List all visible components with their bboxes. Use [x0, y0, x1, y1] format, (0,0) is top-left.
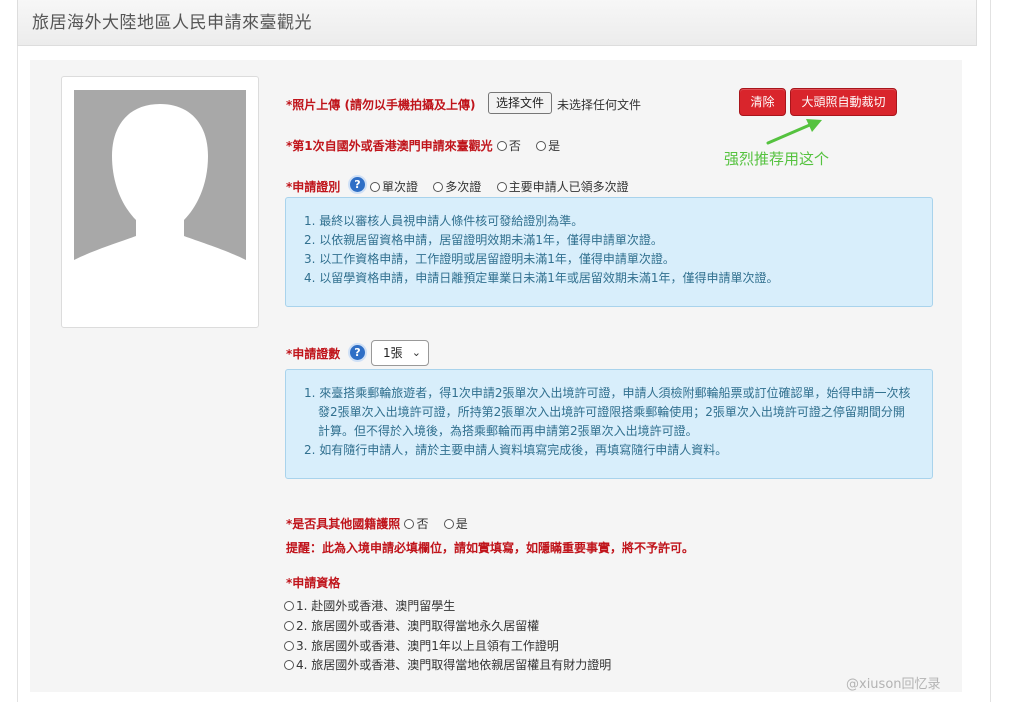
qualification-option-label: 4. 旅居國外或香港、澳門取得當地依親居留權且有財力證明 [296, 658, 612, 672]
qualification-option-2[interactable]: 2. 旅居國外或香港、澳門取得當地永久居留權 [284, 617, 539, 634]
main-applicant-multiple-label: 主要申請人已領多次證 [508, 180, 629, 194]
upload-label-row: *照片上傳 (請勿以手機拍攝及上傳) [286, 96, 475, 113]
permit-type-label: *申請證別 [286, 180, 341, 194]
other-passport-row: *是否具其他國籍護照 否 是 [286, 515, 468, 532]
photo-card [61, 76, 259, 328]
other-passport-warning: 提醒：此為入境申請必填欄位，請如實填寫，如隱瞞重要事實，將不予許可。 [286, 541, 695, 555]
permit-type-note: 4. 以留學資格申請，申請日離預定畢業日未滿1年或居留效期未滿1年，僅得申請單次… [304, 271, 779, 285]
radio-main-applicant-multiple[interactable] [496, 182, 507, 192]
choose-file-button[interactable]: 选择文件 [488, 92, 552, 114]
watermark: @xiuson回忆录 [846, 677, 941, 692]
qualification-option-1[interactable]: 1. 赴國外或香港、澳門留學生 [284, 597, 455, 614]
upload-note: (請勿以手機拍攝及上傳) [344, 98, 476, 112]
qualification-option-label: 3. 旅居國外或香港、澳門1年以上且領有工作證明 [296, 639, 559, 653]
permit-type-note: 3. 以工作資格申請，工作證明或居留證明未滿1年，僅得申請單次證。 [304, 252, 675, 266]
page-header: 旅居海外大陸地區人民申請來臺觀光 [17, 0, 977, 46]
autocrop-button[interactable]: 大頭照自動裁切 [790, 88, 897, 116]
person-silhouette-icon [74, 90, 246, 277]
qualification-option-4[interactable]: 4. 旅居國外或香港、澳門取得當地依親居留權且有財力證明 [284, 656, 611, 673]
other-passport-no-label: 否 [416, 517, 429, 531]
annotation-text: 强烈推荐用这个 [724, 150, 830, 168]
permit-type-help-icon[interactable]: ? [348, 175, 367, 194]
permit-count-select[interactable]: 1張 ⌄ [371, 340, 429, 366]
permit-count-help-icon[interactable]: ? [348, 343, 367, 362]
photo-placeholder [74, 90, 246, 277]
other-passport-options: 否 是 [404, 517, 468, 531]
radio-first-time-yes[interactable] [536, 141, 547, 151]
chevron-down-icon: ⌄ [411, 346, 421, 359]
qualification-option-3[interactable]: 3. 旅居國外或香港、澳門1年以上且領有工作證明 [284, 637, 559, 654]
permit-count-info-box: 1. 來臺搭乘郵輪旅遊者，得1次申請2張單次入出境許可證，申請人須檢附郵輪船票或… [285, 369, 933, 479]
radio-qualification-1[interactable] [284, 601, 294, 611]
first-time-row: *第1次自國外或香港澳門申請來臺觀光 否 是 [286, 137, 560, 154]
radio-first-time-no[interactable] [496, 141, 507, 151]
right-border-line [990, 0, 991, 702]
other-passport-yes-label: 是 [455, 517, 468, 531]
other-passport-label: *是否具其他國籍護照 [286, 517, 401, 531]
page-title: 旅居海外大陸地區人民申請來臺觀光 [32, 13, 312, 33]
permit-type-note: 2. 以依親居留資格申請，居留證明效期未滿1年，僅得申請單次證。 [304, 233, 663, 247]
first-time-options: 否 是 [496, 139, 561, 153]
first-time-yes-label: 是 [548, 139, 561, 153]
radio-qualification-2[interactable] [284, 621, 294, 631]
permit-type-options: 單次證 多次證 主要申請人已領多次證 [370, 178, 629, 195]
qualification-label: *申請資格 [286, 576, 341, 590]
first-time-no-label: 否 [508, 139, 521, 153]
qualification-option-label: 2. 旅居國外或香港、澳門取得當地永久居留權 [296, 619, 540, 633]
permit-type-notes: 1. 最終以審核人員視申請人條件核可發給證別為準。 2. 以依親居留資格申請，居… [304, 212, 779, 288]
no-file-text: 未选择任何文件 [557, 98, 642, 112]
single-permit-label: 單次證 [382, 180, 419, 194]
radio-qualification-4[interactable] [284, 660, 294, 670]
permit-count-value: 1張 [383, 346, 403, 360]
multiple-permit-label: 多次證 [445, 180, 482, 194]
radio-multiple-permit[interactable] [433, 182, 444, 192]
radio-single-permit[interactable] [370, 182, 380, 192]
clear-button[interactable]: 清除 [739, 88, 786, 116]
permit-type-info-box: 1. 最終以審核人員視申請人條件核可發給證別為準。 2. 以依親居留資格申請，居… [285, 197, 933, 307]
permit-count-label: *申請證數 [286, 347, 341, 361]
radio-qualification-3[interactable] [284, 641, 294, 651]
radio-other-passport-no[interactable] [404, 519, 415, 529]
first-time-label: *第1次自國外或香港澳門申請來臺觀光 [286, 139, 493, 153]
qualification-option-label: 1. 赴國外或香港、澳門留學生 [296, 599, 456, 613]
permit-count-note: 1. 來臺搭乘郵輪旅遊者，得1次申請2張單次入出境許可證，申請人須檢附郵輪船票或… [304, 386, 911, 438]
left-border-line [17, 0, 18, 702]
permit-count-notes: 1. 來臺搭乘郵輪旅遊者，得1次申請2張單次入出境許可證，申請人須檢附郵輪船票或… [304, 384, 914, 460]
upload-label: *照片上傳 [286, 98, 341, 112]
permit-type-note: 1. 最終以審核人員視申請人條件核可發給證別為準。 [304, 214, 584, 228]
permit-count-note: 2. 如有隨行申請人，請於主要申請人資料填寫完成後，再填寫隨行申請人資料。 [304, 443, 728, 457]
radio-other-passport-yes[interactable] [443, 519, 454, 529]
